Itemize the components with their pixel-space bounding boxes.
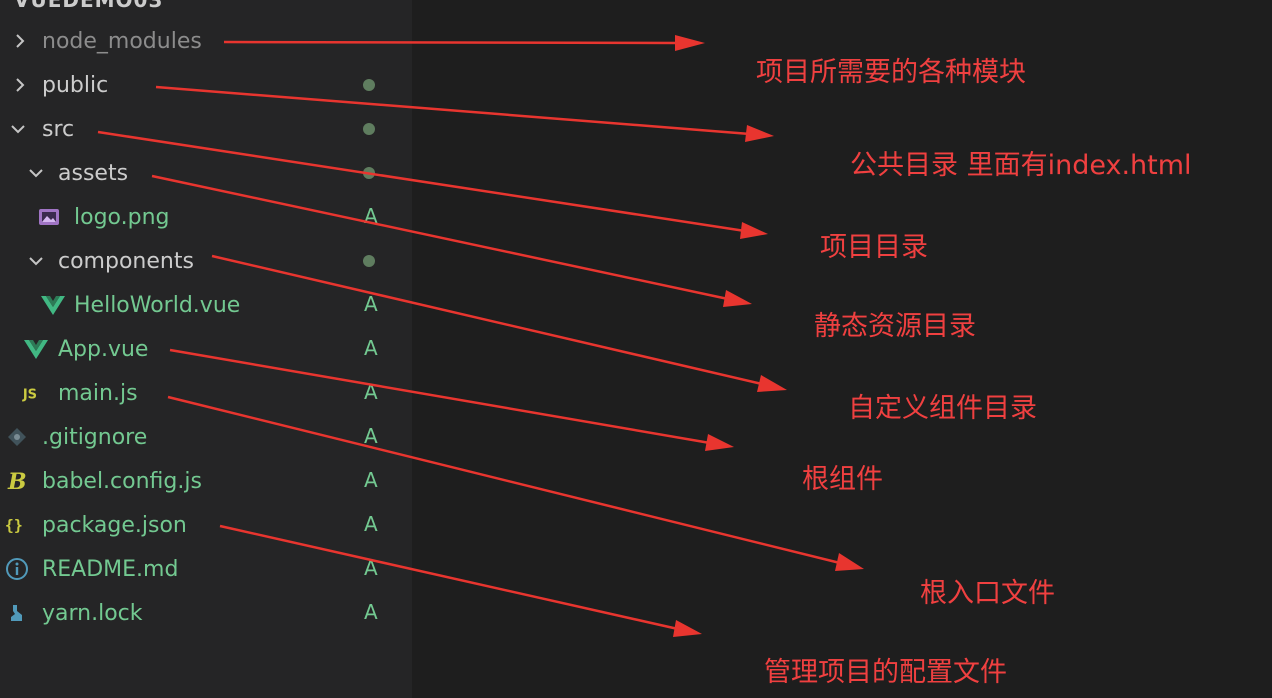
chevron-down-icon bbox=[26, 163, 46, 183]
arrowhead bbox=[740, 222, 768, 239]
tree-item-node-modules[interactable]: node_modules bbox=[0, 19, 412, 63]
arrowhead bbox=[705, 434, 734, 451]
tree-item-label: .gitignore bbox=[42, 424, 148, 450]
arrowhead bbox=[723, 290, 752, 307]
tree-item-logo-png[interactable]: logo.png A bbox=[0, 195, 412, 239]
annotation-public: 公共目录 里面有index.html bbox=[850, 150, 1192, 181]
svg-text:{}: {} bbox=[5, 517, 23, 535]
tree-item-main-js[interactable]: JS main.js A bbox=[0, 371, 412, 415]
git-added-badge: A bbox=[364, 336, 378, 360]
tree-item-label: HelloWorld.vue bbox=[74, 292, 241, 318]
git-added-badge: A bbox=[364, 380, 378, 404]
image-file-icon bbox=[36, 204, 62, 230]
modified-dot-icon bbox=[363, 255, 375, 267]
tree-item-label: App.vue bbox=[58, 336, 149, 362]
vue-file-icon bbox=[40, 292, 66, 318]
arrowhead bbox=[673, 620, 702, 637]
tree-item-assets[interactable]: assets bbox=[0, 151, 412, 195]
babel-file-icon: B bbox=[4, 468, 30, 494]
annotation-node-modules: 项目所需要的各种模块 bbox=[756, 57, 1026, 88]
tree-item-label: babel.config.js bbox=[42, 468, 202, 494]
screenshot-root: VUEDEMO03 node_modules public src assets… bbox=[0, 0, 1272, 698]
tree-item-label: src bbox=[42, 116, 75, 142]
annotation-app-vue: 根组件 bbox=[802, 464, 883, 495]
tree-item-label: node_modules bbox=[42, 28, 202, 54]
arrowhead bbox=[835, 553, 864, 571]
modified-dot-icon bbox=[363, 167, 375, 179]
tree-item-package-json[interactable]: {} package.json A bbox=[0, 503, 412, 547]
git-file-icon bbox=[4, 424, 30, 450]
workspace-folder-header[interactable]: VUEDEMO03 bbox=[14, 0, 163, 12]
tree-item-label: main.js bbox=[58, 380, 138, 406]
json-file-icon: {} bbox=[4, 512, 30, 538]
tree-item-label: yarn.lock bbox=[42, 600, 143, 626]
tree-item-babel-config-js[interactable]: B babel.config.js A bbox=[0, 459, 412, 503]
yarn-file-icon bbox=[4, 600, 30, 626]
arrowhead bbox=[757, 375, 787, 392]
tree-item-public[interactable]: public bbox=[0, 63, 412, 107]
info-icon bbox=[4, 556, 30, 582]
tree-item-label: assets bbox=[58, 160, 129, 186]
tree-item-label: package.json bbox=[42, 512, 187, 538]
chevron-down-icon bbox=[8, 119, 28, 139]
tree-item-label: README.md bbox=[42, 556, 179, 582]
tree-item-readme-md[interactable]: README.md A bbox=[0, 547, 412, 591]
chevron-right-icon bbox=[10, 75, 30, 95]
annotation-main-js: 根入口文件 bbox=[920, 578, 1055, 609]
annotation-package-json: 管理项目的配置文件 bbox=[764, 657, 1007, 688]
git-added-badge: A bbox=[364, 468, 378, 492]
annotation-components: 自定义组件目录 bbox=[848, 393, 1037, 424]
arrowhead bbox=[745, 125, 774, 142]
git-added-badge: A bbox=[364, 204, 378, 228]
tree-item-app-vue[interactable]: App.vue A bbox=[0, 327, 412, 371]
git-added-badge: A bbox=[364, 600, 378, 624]
git-added-badge: A bbox=[364, 556, 378, 580]
svg-text:B: B bbox=[7, 469, 27, 493]
explorer-sidebar: VUEDEMO03 node_modules public src assets… bbox=[0, 0, 412, 698]
annotation-assets: 静态资源目录 bbox=[814, 311, 976, 342]
chevron-down-icon bbox=[26, 251, 46, 271]
tree-item-label: public bbox=[42, 72, 109, 98]
arrowhead bbox=[675, 35, 705, 51]
annotation-src: 项目目录 bbox=[820, 232, 928, 263]
tree-item-label: components bbox=[58, 248, 194, 274]
git-added-badge: A bbox=[364, 424, 378, 448]
modified-dot-icon bbox=[363, 123, 375, 135]
svg-text:JS: JS bbox=[22, 388, 37, 403]
git-added-badge: A bbox=[364, 292, 378, 316]
tree-item-src[interactable]: src bbox=[0, 107, 412, 151]
chevron-right-icon bbox=[10, 31, 30, 51]
tree-item-label: logo.png bbox=[74, 204, 170, 230]
modified-dot-icon bbox=[363, 79, 375, 91]
tree-item-helloworld-vue[interactable]: HelloWorld.vue A bbox=[0, 283, 412, 327]
git-added-badge: A bbox=[364, 512, 378, 536]
javascript-file-icon: JS bbox=[21, 380, 47, 406]
vue-file-icon bbox=[23, 336, 49, 362]
tree-item-components[interactable]: components bbox=[0, 239, 412, 283]
tree-item-gitignore[interactable]: .gitignore A bbox=[0, 415, 412, 459]
tree-item-yarn-lock[interactable]: yarn.lock A bbox=[0, 591, 412, 635]
